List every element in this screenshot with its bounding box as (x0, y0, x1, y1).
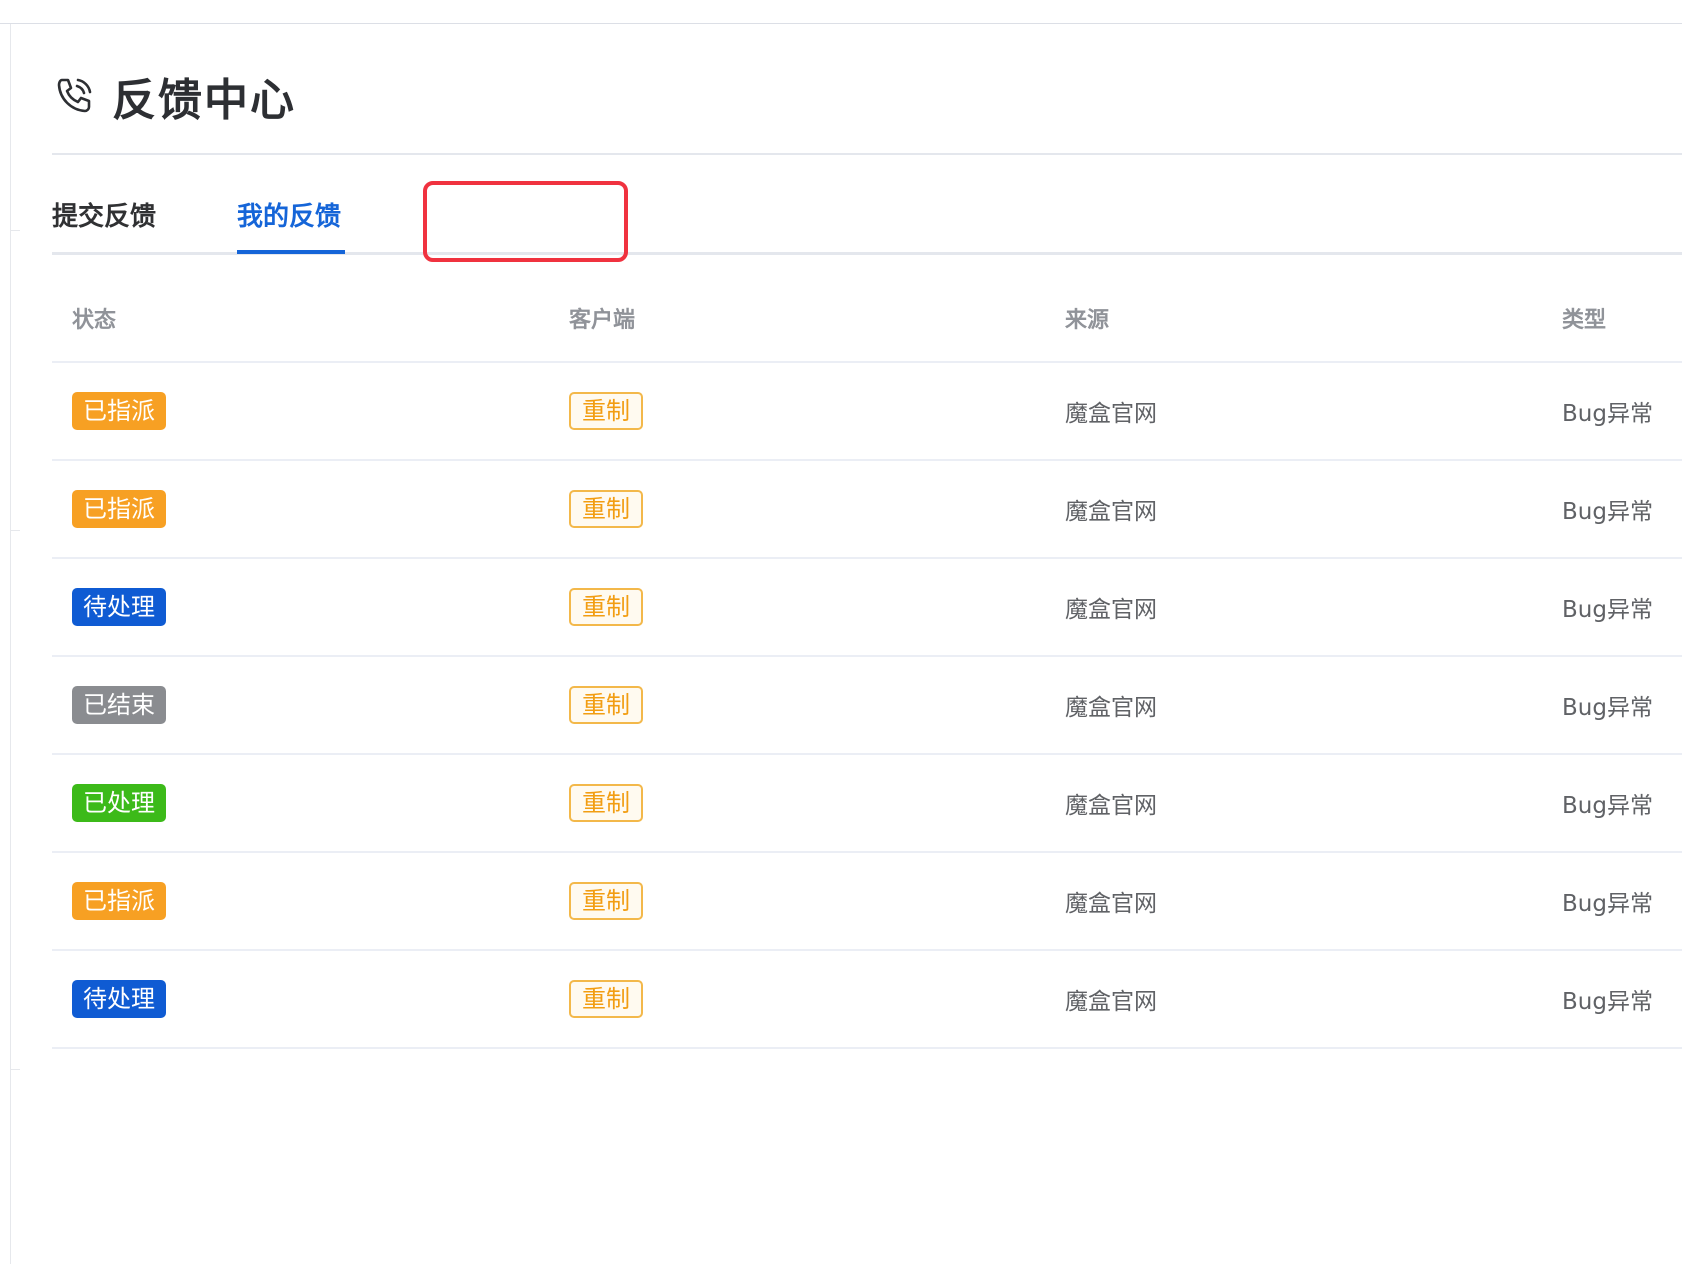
highlight-annotation (423, 181, 628, 262)
client-cell: 重制 (569, 951, 643, 1047)
client-cell: 重制 (569, 559, 643, 655)
client-cell: 重制 (569, 461, 643, 557)
status-cell: 已结束 (72, 657, 166, 753)
table-row[interactable]: 待处理 重制 魔盒官网 Bug异常 (52, 951, 1682, 1049)
phone-icon (52, 74, 96, 118)
client-tag: 重制 (569, 686, 643, 724)
tab-my-feedback[interactable]: 我的反馈 (237, 196, 341, 233)
sidebar-edge (10, 24, 20, 1264)
client-cell: 重制 (569, 363, 643, 459)
client-tag: 重制 (569, 588, 643, 626)
header-divider (52, 153, 1682, 155)
client-tag: 重制 (569, 490, 643, 528)
status-cell: 待处理 (72, 951, 166, 1047)
table-row[interactable]: 已结束 重制 魔盒官网 Bug异常 (52, 657, 1682, 755)
type-cell: Bug异常 (1562, 597, 1653, 623)
type-cell: Bug异常 (1562, 695, 1653, 721)
sidebar-divider (10, 230, 20, 231)
status-badge: 已指派 (72, 392, 166, 430)
tab-bar: 提交反馈 我的反馈 (52, 180, 1682, 255)
status-badge: 已结束 (72, 686, 166, 724)
client-tag: 重制 (569, 784, 643, 822)
type-cell: Bug异常 (1562, 499, 1653, 525)
table-row[interactable]: 待处理 重制 魔盒官网 Bug异常 (52, 559, 1682, 657)
sidebar-divider (10, 1069, 20, 1070)
source-cell: 魔盒官网 (1065, 597, 1157, 623)
column-header-source[interactable]: 来源 (1065, 275, 1109, 361)
column-header-type[interactable]: 类型 (1562, 275, 1606, 361)
sidebar-divider (10, 530, 20, 531)
active-tab-indicator (237, 250, 345, 254)
client-tag: 重制 (569, 882, 643, 920)
client-cell: 重制 (569, 657, 643, 753)
status-cell: 已指派 (72, 363, 166, 459)
table-row[interactable]: 已处理 重制 魔盒官网 Bug异常 (52, 755, 1682, 853)
client-tag: 重制 (569, 980, 643, 1018)
status-badge: 待处理 (72, 588, 166, 626)
status-badge: 已指派 (72, 490, 166, 528)
source-cell: 魔盒官网 (1065, 401, 1157, 427)
status-cell: 已指派 (72, 461, 166, 557)
source-cell: 魔盒官网 (1065, 695, 1157, 721)
table-row[interactable]: 已指派 重制 魔盒官网 Bug异常 (52, 461, 1682, 559)
status-badge: 已指派 (72, 882, 166, 920)
feedback-table: 状态 客户端 来源 类型 已指派 重制 魔盒官网 Bug异常 已指派 重制 魔盒… (52, 275, 1682, 1049)
source-cell: 魔盒官网 (1065, 793, 1157, 819)
status-badge: 待处理 (72, 980, 166, 1018)
tab-submit-feedback[interactable]: 提交反馈 (52, 196, 156, 233)
type-cell: Bug异常 (1562, 401, 1653, 427)
table-row[interactable]: 已指派 重制 魔盒官网 Bug异常 (52, 363, 1682, 461)
column-header-client[interactable]: 客户端 (569, 275, 635, 361)
type-cell: Bug异常 (1562, 891, 1653, 917)
source-cell: 魔盒官网 (1065, 989, 1157, 1015)
top-divider (0, 23, 1682, 24)
client-cell: 重制 (569, 853, 643, 949)
status-cell: 已处理 (72, 755, 166, 851)
type-cell: Bug异常 (1562, 793, 1653, 819)
client-cell: 重制 (569, 755, 643, 851)
status-badge: 已处理 (72, 784, 166, 822)
status-cell: 待处理 (72, 559, 166, 655)
table-row[interactable]: 已指派 重制 魔盒官网 Bug异常 (52, 853, 1682, 951)
column-header-status[interactable]: 状态 (72, 275, 116, 361)
table-header: 状态 客户端 来源 类型 (52, 275, 1682, 363)
client-tag: 重制 (569, 392, 643, 430)
type-cell: Bug异常 (1562, 989, 1653, 1015)
table-body: 已指派 重制 魔盒官网 Bug异常 已指派 重制 魔盒官网 Bug异常 待处理 … (52, 363, 1682, 1049)
status-cell: 已指派 (72, 853, 166, 949)
source-cell: 魔盒官网 (1065, 499, 1157, 525)
page-title: 反馈中心 (112, 75, 296, 126)
source-cell: 魔盒官网 (1065, 891, 1157, 917)
page-header: 反馈中心 (52, 66, 296, 126)
